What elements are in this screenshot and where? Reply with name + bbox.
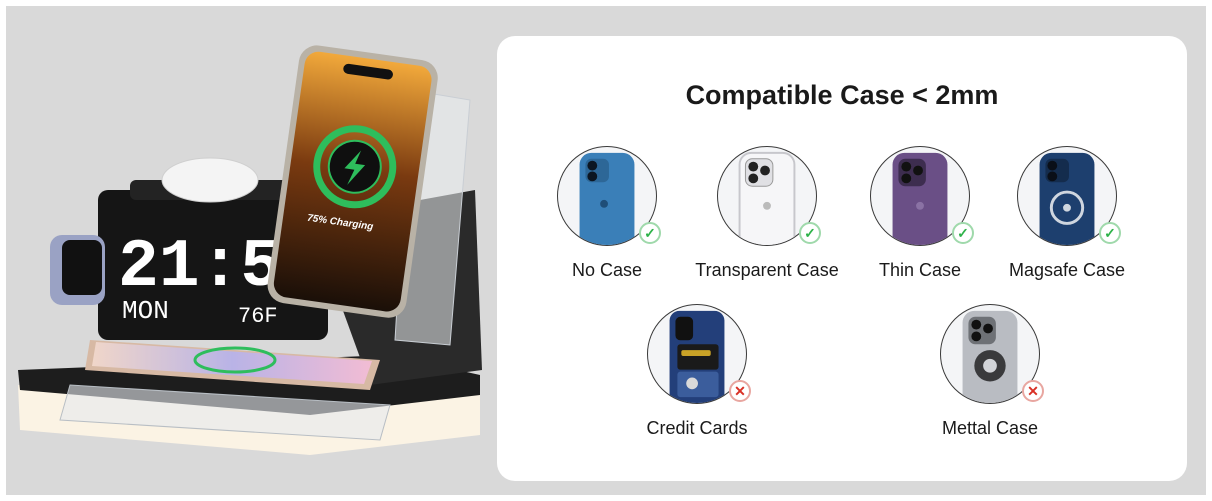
cross-icon: ✕ [1022,380,1044,402]
case-label: Credit Cards [646,418,748,438]
page: 21:5 MON 76F 75% Charging Compatible Cas… [0,0,1212,501]
check-icon: ✓ [1099,222,1121,244]
check-icon: ✓ [952,222,974,244]
clock-day: MON [122,296,169,326]
case-label: Magsafe Case [1008,260,1126,280]
card-title: Compatible Case < 2mm [685,80,999,110]
compatibility-card: Compatible Case < 2mm ✓ No Case ✓ Transp… [497,36,1187,481]
case-label: Mettal Case [941,418,1039,438]
check-icon: ✓ [639,222,661,244]
charging-station-image: 21:5 MON 76F 75% Charging [18,45,482,455]
check-icon: ✓ [799,222,821,244]
clock-time: 21:5 [118,229,281,306]
cross-icon: ✕ [729,380,751,402]
clock-temp: 76F [238,304,278,329]
